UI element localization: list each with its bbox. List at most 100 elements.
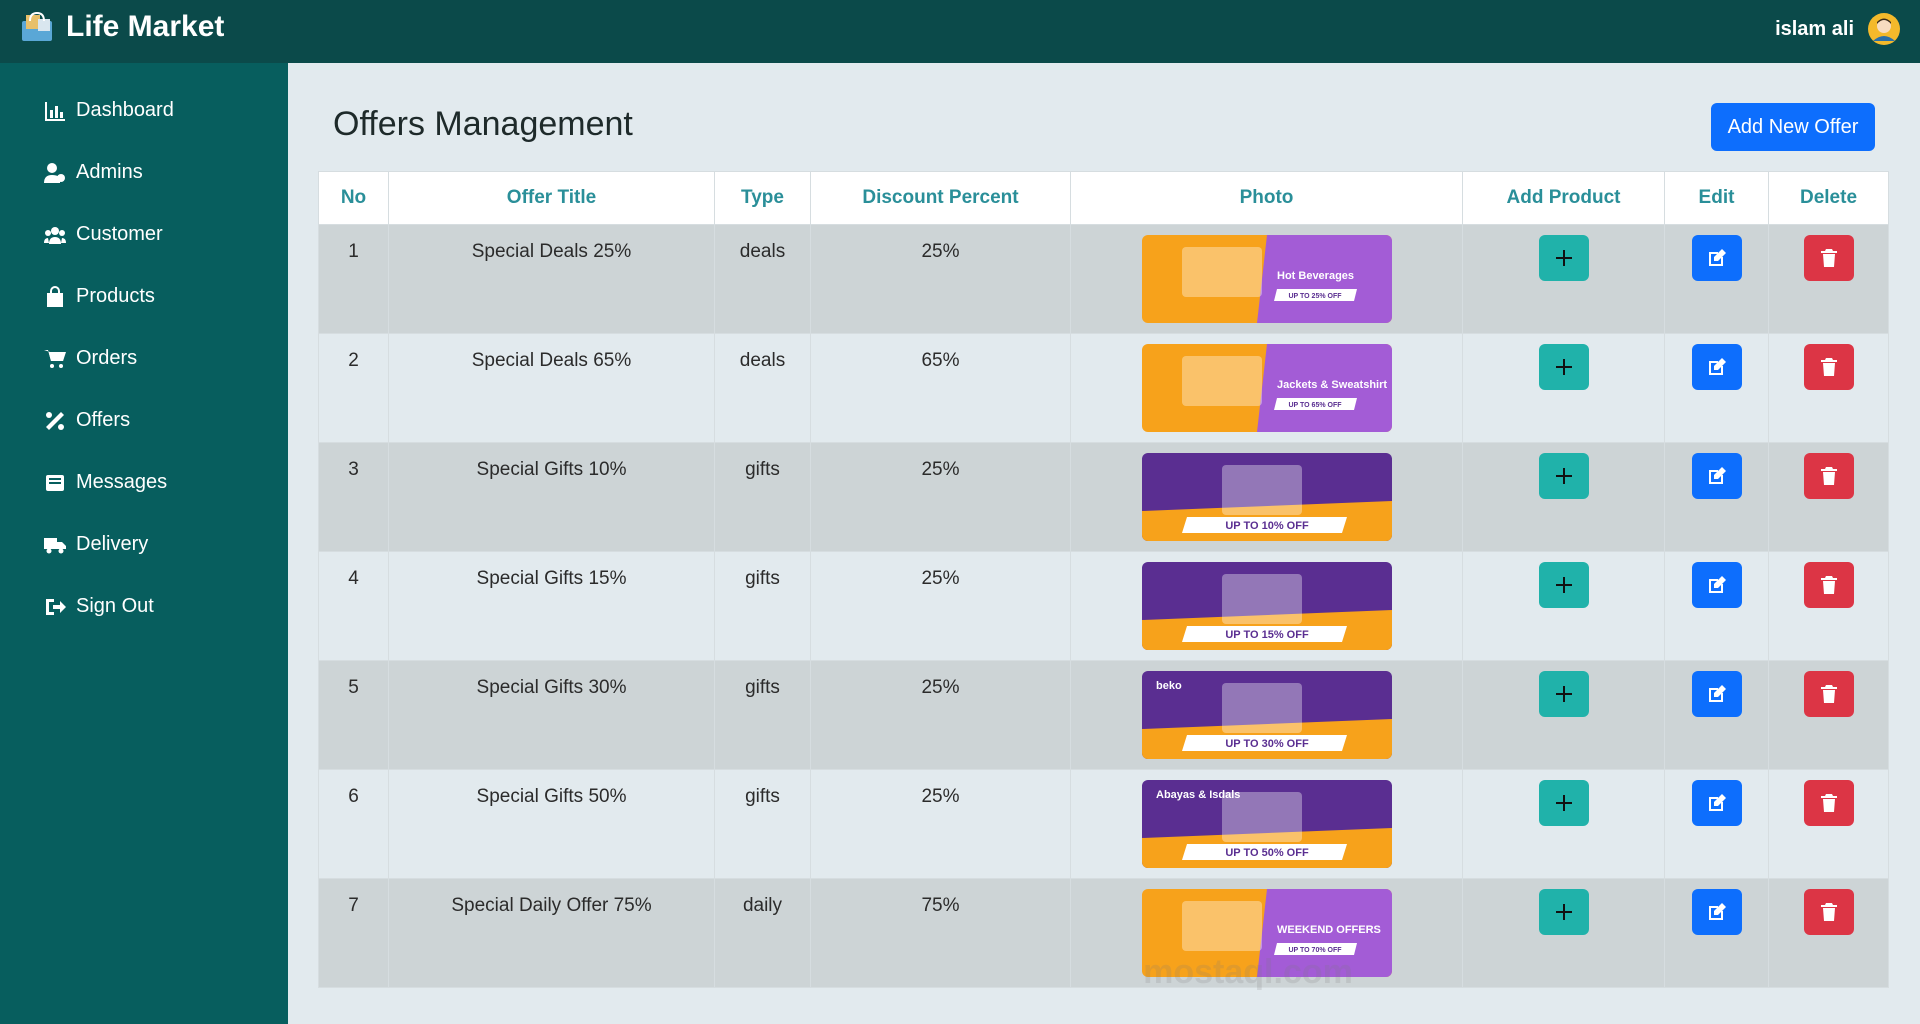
delete-button[interactable] <box>1803 562 1854 608</box>
sidebar-item-sign-out[interactable]: Sign Out <box>44 595 154 618</box>
column-header: Photo <box>1070 171 1463 225</box>
sidebar-item-offers[interactable]: Offers <box>44 409 130 432</box>
offer-type: deals <box>739 350 786 371</box>
add-new-offer-button[interactable]: Add New Offer <box>1711 103 1875 151</box>
edit-icon <box>1708 358 1726 375</box>
offer-banner-graphic: Abayas & Isdals UP TO 50% OFF <box>1141 780 1392 868</box>
edit-button[interactable] <box>1691 671 1742 717</box>
envelope-icon <box>46 474 64 491</box>
add-product-button[interactable] <box>1538 562 1589 608</box>
offer-title-cell: Special Gifts 50% <box>388 769 715 879</box>
truck-icon <box>44 537 66 553</box>
row-number: 4 <box>348 568 359 589</box>
add-product-button-cell <box>1462 769 1665 879</box>
trash-icon <box>1820 249 1837 267</box>
offer-title: Special Gifts 50% <box>476 786 627 807</box>
trash-icon <box>1820 903 1837 921</box>
photo-cell: Jackets & Sweatshirt UP TO 65% OFF <box>1070 333 1463 443</box>
sidebar-item-orders[interactable]: Orders <box>44 347 137 370</box>
sidebar-item-label: Products <box>76 285 155 307</box>
table-row: 4 Special Gifts 15% gifts 25% UP TO 15% OFF <box>318 551 1889 661</box>
edit-button[interactable] <box>1691 453 1742 499</box>
discount-percent-cell: 25% <box>810 442 1071 552</box>
delete-button[interactable] <box>1803 780 1854 826</box>
offer-title: Special Gifts 15% <box>476 568 627 589</box>
add-product-button-cell <box>1462 333 1665 443</box>
offer-title: Special Deals 65% <box>471 350 632 371</box>
edit-button[interactable] <box>1691 235 1742 281</box>
page-title: Offers Management <box>333 105 633 143</box>
user-menu[interactable]: islam ali <box>1775 13 1900 45</box>
sidebar-item-admins[interactable]: Admins <box>44 161 143 184</box>
banner-badge: UP TO 25% OFF <box>1288 293 1342 300</box>
add-product-button-cell <box>1462 551 1665 661</box>
avatar[interactable] <box>1868 13 1900 45</box>
offer-type: daily <box>742 895 783 916</box>
offer-type: gifts <box>745 786 780 807</box>
column-header: Discount Percent <box>810 171 1071 225</box>
delete-button[interactable] <box>1803 453 1854 499</box>
discount-percent: 25% <box>921 568 960 589</box>
add-product-button[interactable] <box>1538 235 1589 281</box>
discount-percent: 25% <box>921 241 960 262</box>
edit-button[interactable] <box>1691 344 1742 390</box>
edit-button-cell <box>1664 551 1769 661</box>
plus-icon <box>1555 904 1572 920</box>
delete-button[interactable] <box>1803 889 1854 935</box>
delete-button-cell <box>1768 878 1889 988</box>
offer-title-cell: Special Deals 65% <box>388 333 715 443</box>
add-product-button[interactable] <box>1538 453 1589 499</box>
trash-icon <box>1820 358 1837 376</box>
table-row: 5 Special Gifts 30% gifts 25% beko UP TO 30% … <box>318 660 1889 770</box>
delete-button[interactable] <box>1803 235 1854 281</box>
delete-button-cell <box>1768 660 1889 770</box>
edit-button-cell <box>1664 878 1769 988</box>
edit-button-cell <box>1664 224 1769 334</box>
edit-button[interactable] <box>1691 780 1742 826</box>
column-header: Edit <box>1664 171 1769 225</box>
delete-button[interactable] <box>1803 671 1854 717</box>
column-header: Add Product <box>1462 171 1665 225</box>
add-product-button[interactable] <box>1538 671 1589 717</box>
add-product-button-cell <box>1462 878 1665 988</box>
table-row: 6 Special Gifts 50% gifts 25% Abayas & Isdal… <box>318 769 1889 879</box>
user-name: islam ali <box>1775 17 1854 40</box>
sidebar-item-products[interactable]: Products <box>44 285 155 308</box>
sidebar-item-label: Delivery <box>76 533 149 555</box>
delete-button-cell <box>1768 769 1889 879</box>
add-product-button[interactable] <box>1538 889 1589 935</box>
sidebar-item-label: Orders <box>76 347 138 369</box>
row-number-cell: 2 <box>318 333 389 443</box>
offer-banner-image: UP TO 10% OFF <box>1141 453 1392 541</box>
add-product-button-cell <box>1462 442 1665 552</box>
offer-banner-image: WEEKEND OFFERS UP TO 70% OFF <box>1141 889 1392 977</box>
sidebar-item-delivery[interactable]: Delivery <box>44 533 148 556</box>
sidebar-item-dashboard[interactable]: Dashboard <box>44 99 174 122</box>
edit-button[interactable] <box>1691 889 1742 935</box>
delete-button[interactable] <box>1803 344 1854 390</box>
add-product-button[interactable] <box>1538 344 1589 390</box>
edit-icon <box>1708 249 1726 266</box>
row-number-cell: 3 <box>318 442 389 552</box>
column-header: No <box>318 171 389 225</box>
offer-type-cell: gifts <box>714 769 811 879</box>
offer-banner-image: Abayas & Isdals UP TO 50% OFF <box>1141 780 1392 868</box>
sidebar-item-messages[interactable]: Messages <box>44 471 167 494</box>
banner-caption: WEEKEND OFFERS <box>1277 924 1381 936</box>
row-number: 6 <box>348 786 359 807</box>
offer-banner-graphic: UP TO 10% OFF <box>1141 453 1392 541</box>
discount-percent-cell: 25% <box>810 660 1071 770</box>
add-product-button[interactable] <box>1538 780 1589 826</box>
top-navbar: Life Market islam ali <box>0 0 1920 63</box>
offer-type: deals <box>739 241 786 262</box>
sidebar-item-customer[interactable]: Customer <box>44 223 163 246</box>
discount-percent: 25% <box>921 677 960 698</box>
brand[interactable]: Life Market <box>20 10 224 44</box>
sidebar: Dashboard Admins Customer Products Order… <box>0 63 288 1024</box>
add-product-button-cell <box>1462 660 1665 770</box>
sidebar-item-label: Admins <box>76 161 143 183</box>
row-number-cell: 7 <box>318 878 389 988</box>
offer-title: Special Daily Offer 75% <box>451 895 652 916</box>
trash-icon <box>1820 467 1837 485</box>
edit-button[interactable] <box>1691 562 1742 608</box>
